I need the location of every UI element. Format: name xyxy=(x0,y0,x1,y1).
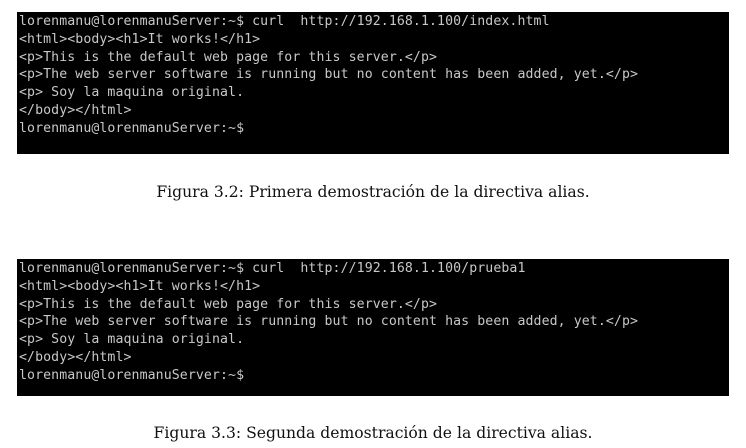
figure-caption-1: Figura 3.2: Primera demostración de la d… xyxy=(156,183,590,201)
terminal-line: </body></html> xyxy=(19,349,132,365)
terminal-line: lorenmanu@lorenmanuServer:~$ curl http:/… xyxy=(19,261,526,276)
figure-caption-2: Figura 3.3: Segunda demostración de la d… xyxy=(153,424,593,442)
terminal-line: <p>This is the default web page for this… xyxy=(19,49,438,65)
terminal-line: <html><body><h1>It works!</h1> xyxy=(19,31,261,47)
terminal-line: lorenmanu@lorenmanuServer:~$ xyxy=(19,120,245,136)
terminal-line: <p> Soy la maquina original. xyxy=(19,332,245,348)
terminal-screenshot-2: lorenmanu@lorenmanuServer:~$ curl http:/… xyxy=(17,259,729,396)
terminal-line: </body></html> xyxy=(19,102,132,118)
terminal-screenshot-1: lorenmanu@lorenmanuServer:~$ curl http:/… xyxy=(17,12,729,154)
terminal-line: <html><body><h1>It works!</h1> xyxy=(19,278,261,294)
terminal-line: lorenmanu@lorenmanuServer:~$ curl http:/… xyxy=(19,14,550,29)
terminal-line: <p>The web server software is running bu… xyxy=(19,67,639,83)
terminal-line: <p>This is the default web page for this… xyxy=(19,296,438,312)
terminal-line: <p>The web server software is running bu… xyxy=(19,314,639,330)
terminal-line: <p> Soy la maquina original. xyxy=(19,85,245,101)
terminal-line: lorenmanu@lorenmanuServer:~$ xyxy=(19,367,245,383)
